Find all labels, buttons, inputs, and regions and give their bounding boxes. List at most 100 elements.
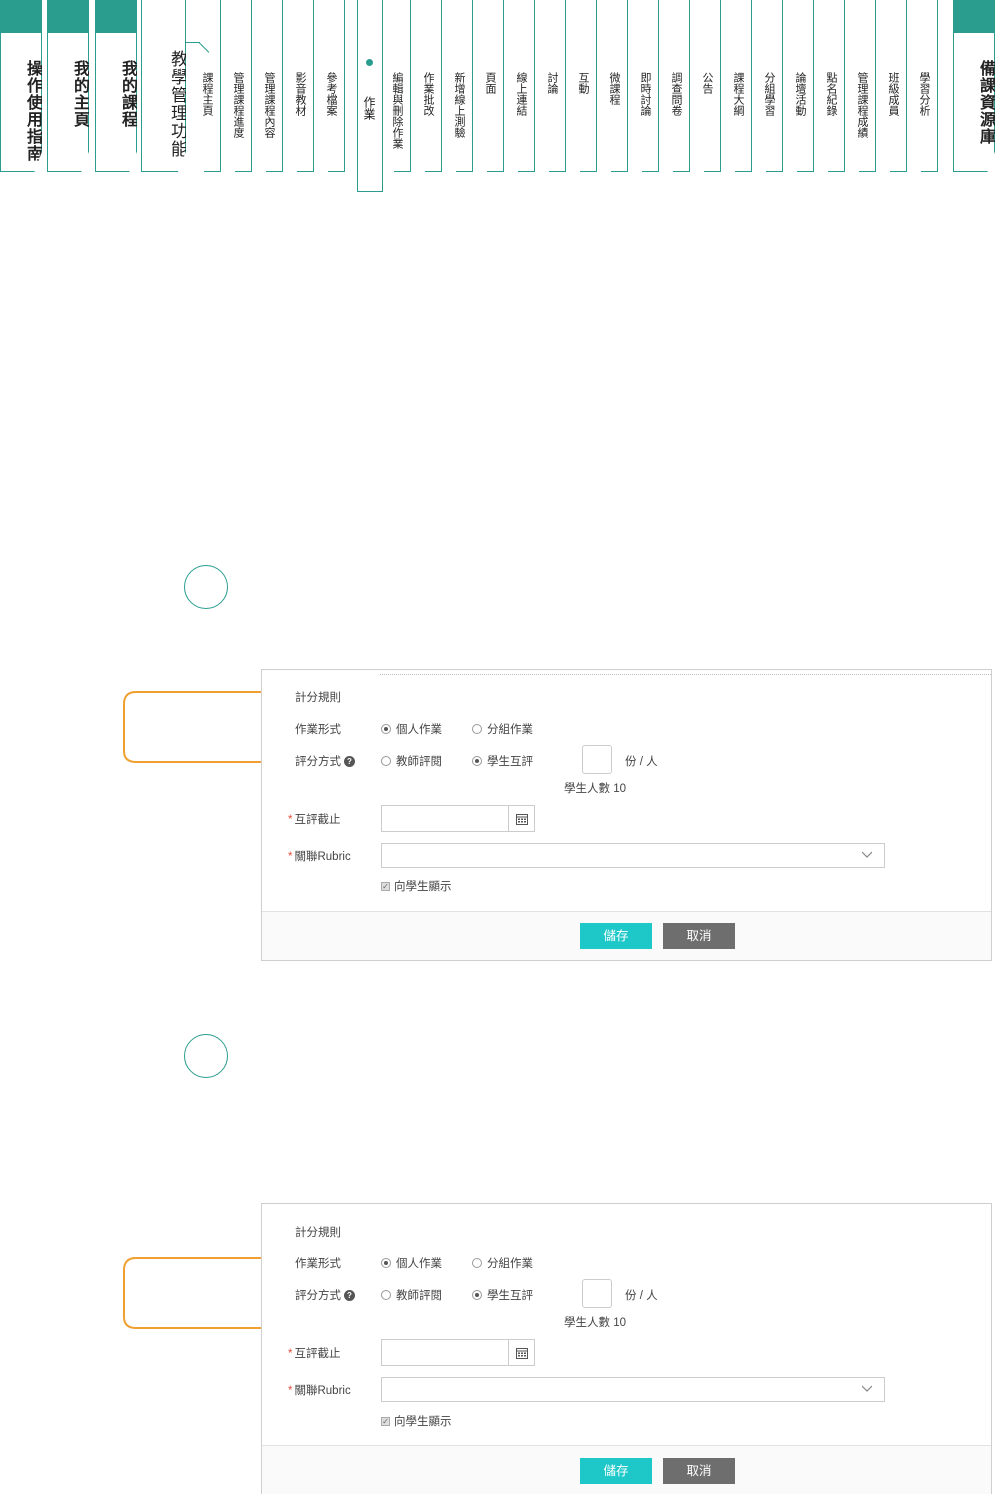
main-tab-guide[interactable]: 操作使用指南: [0, 0, 42, 172]
radio-selected-icon: [381, 1258, 391, 1268]
sub-tab-label: 點名紀錄: [825, 72, 838, 116]
grading-method-label: 評分方式?: [295, 1287, 355, 1303]
per-person-suffix: 份 / 人: [625, 756, 658, 768]
sub-tab-label: 課程大綱: [732, 72, 745, 116]
sub-tab-11[interactable]: 討論: [546, 0, 566, 172]
individual-assignment-radio[interactable]: 個人作業: [381, 721, 442, 737]
calendar-icon[interactable]: [508, 1340, 534, 1365]
radio-selected-icon: [381, 724, 391, 734]
sub-tab-label: 頁面: [484, 72, 497, 94]
individual-assignment-radio[interactable]: 個人作業: [381, 1255, 442, 1271]
sub-tab-label: 管理課程內容: [263, 72, 276, 138]
main-tab-my-courses[interactable]: 我的課程: [95, 0, 137, 172]
sub-tab-label: 分組學習: [763, 72, 776, 116]
sub-tab-label: 互動: [577, 72, 590, 94]
sub-tab-label: 論壇活動: [794, 72, 807, 116]
sub-tab-7[interactable]: 作業批改: [422, 0, 442, 172]
rubric-select[interactable]: [381, 1377, 885, 1402]
sub-tab-1[interactable]: 管理課程進度: [232, 0, 252, 172]
radio-selected-icon: [472, 1290, 482, 1300]
teacher-review-radio[interactable]: 教師評閱: [381, 1287, 442, 1303]
sub-tab-16[interactable]: 公告: [701, 0, 721, 172]
active-tab-indicator: [366, 59, 373, 66]
main-tab-my-home[interactable]: 我的主頁: [47, 0, 89, 172]
sub-tab-label: 管理課程成績: [856, 72, 869, 138]
show-to-students-checkbox[interactable]: ✓ 向學生顯示: [381, 878, 452, 894]
sub-tab-label: 作業: [362, 96, 376, 120]
sub-tab-19[interactable]: 論壇活動: [794, 0, 814, 172]
checkbox-checked-icon: ✓: [381, 881, 390, 891]
sub-tab-label: 作業批改: [422, 72, 435, 116]
help-icon[interactable]: ?: [344, 1290, 355, 1301]
radio-icon: [472, 724, 482, 734]
sub-tab-3[interactable]: 影音教材: [294, 0, 314, 172]
main-tab-label: 教學管理功能: [167, 50, 187, 158]
sub-tab-label: 管理課程進度: [232, 72, 245, 138]
sub-tab-label: 課程主頁: [201, 72, 214, 116]
assignment-type-label: 作業形式: [295, 1258, 341, 1270]
sub-tab-14[interactable]: 即時討論: [639, 0, 659, 172]
calendar-icon[interactable]: [508, 806, 534, 831]
main-tab-lesson-resources[interactable]: 備課資源庫: [953, 0, 995, 172]
sub-tab-20[interactable]: 點名紀錄: [825, 0, 845, 172]
assignment-type-label: 作業形式: [295, 724, 341, 736]
sub-tab-22[interactable]: 班級成員: [887, 0, 907, 172]
form-footer: 儲存 取消: [262, 911, 991, 960]
sub-tab-0[interactable]: 課程主頁: [201, 0, 221, 172]
sub-tab-label: 線上連結: [515, 72, 528, 116]
main-tab-label: 備課資源庫: [977, 60, 995, 145]
rubric-label: * 關聯Rubric: [288, 1385, 351, 1397]
sub-tab-5[interactable]: 作業: [357, 0, 383, 192]
radio-selected-icon: [472, 756, 482, 766]
chevron-down-icon: [862, 851, 872, 858]
peer-deadline-label: * 互評截止: [288, 1348, 341, 1360]
step-circle-2: [184, 1034, 228, 1078]
group-assignment-radio[interactable]: 分組作業: [472, 721, 533, 737]
sub-tab-label: 編輯與刪除作業: [391, 72, 404, 149]
sub-tab-13[interactable]: 微課程: [608, 0, 628, 172]
per-person-suffix: 份 / 人: [625, 1290, 658, 1302]
sub-tab-label: 班級成員: [887, 72, 900, 116]
cancel-button[interactable]: 取消: [663, 1458, 735, 1484]
teacher-review-radio[interactable]: 教師評閱: [381, 753, 442, 769]
main-tab-label: 我的主頁: [71, 60, 90, 128]
save-button[interactable]: 儲存: [580, 923, 652, 949]
section-title: 計分規則: [295, 692, 341, 704]
sub-tab-4[interactable]: 參考檔案: [325, 0, 345, 172]
sub-tab-2[interactable]: 管理課程內容: [263, 0, 283, 172]
main-tab-teaching-management[interactable]: 教學管理功能: [141, 0, 186, 172]
step-circle-1: [184, 565, 228, 609]
main-tab-label: 我的課程: [119, 60, 138, 128]
peer-review-radio[interactable]: 學生互評: [472, 753, 533, 769]
sub-tab-23[interactable]: 學習分析: [918, 0, 938, 172]
peer-review-radio[interactable]: 學生互評: [472, 1287, 533, 1303]
save-button[interactable]: 儲存: [580, 1458, 652, 1484]
sub-tab-10[interactable]: 線上連結: [515, 0, 535, 172]
rubric-select[interactable]: [381, 843, 885, 868]
reviews-per-person-input[interactable]: [582, 745, 612, 774]
reviews-per-person-input[interactable]: [582, 1279, 612, 1308]
student-count: 學生人數 10: [564, 783, 626, 795]
sub-tab-8[interactable]: 新增線上測驗: [453, 0, 473, 172]
sub-tab-6[interactable]: 編輯與刪除作業: [391, 0, 411, 172]
sub-tab-9[interactable]: 頁面: [484, 0, 504, 172]
help-icon[interactable]: ?: [344, 756, 355, 767]
sub-tab-12[interactable]: 互動: [577, 0, 597, 172]
callout-bubble-grading-method: [123, 1257, 282, 1329]
sub-tab-15[interactable]: 調查問卷: [670, 0, 690, 172]
rubric-label: * 關聯Rubric: [288, 851, 351, 863]
sub-tab-18[interactable]: 分組學習: [763, 0, 783, 172]
sub-tab-17[interactable]: 課程大綱: [732, 0, 752, 172]
section-title: 計分規則: [295, 1227, 341, 1239]
show-to-students-checkbox[interactable]: ✓ 向學生顯示: [381, 1413, 452, 1429]
cancel-button[interactable]: 取消: [663, 923, 735, 949]
sub-tab-label: 新增線上測驗: [453, 72, 466, 138]
main-tab-label: 操作使用指南: [24, 60, 43, 162]
sub-tab-21[interactable]: 管理課程成績: [856, 0, 876, 172]
group-assignment-radio[interactable]: 分組作業: [472, 1255, 533, 1271]
radio-icon: [472, 1258, 482, 1268]
peer-deadline-input[interactable]: [381, 1339, 535, 1366]
form-footer: 儲存 取消: [262, 1445, 991, 1494]
scoring-form-panel-2: 計分規則 作業形式 個人作業 分組作業 評分方式? 教師評閱 學生互評 份 / …: [261, 1203, 992, 1494]
peer-deadline-input[interactable]: [381, 805, 535, 832]
